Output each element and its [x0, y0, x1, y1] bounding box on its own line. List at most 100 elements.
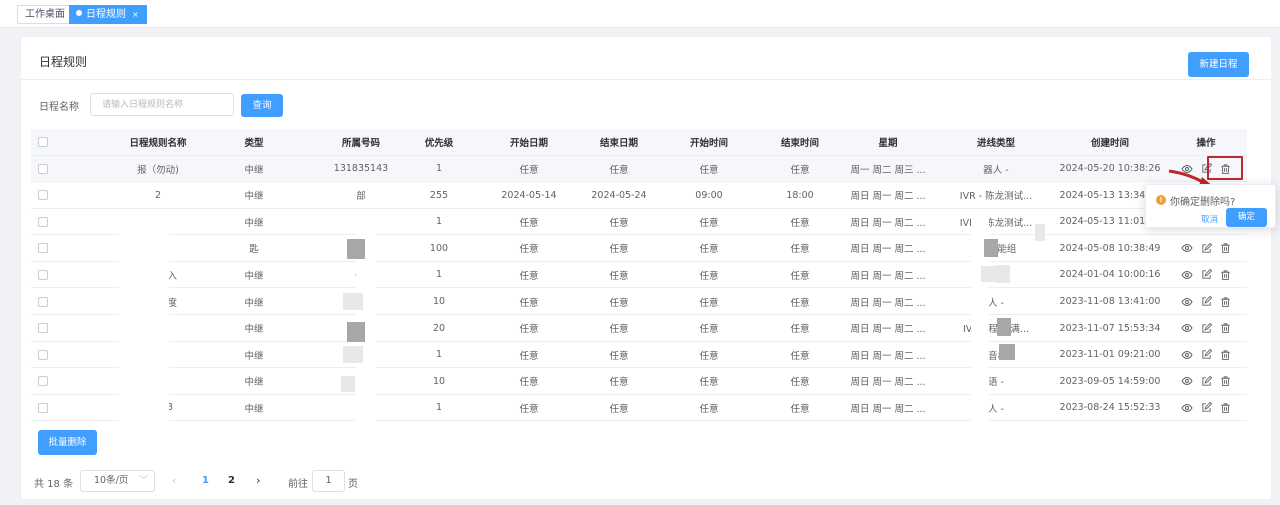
- cell-type: 中继: [244, 350, 264, 362]
- cell-line: 器人 -: [983, 164, 1009, 176]
- row-checkbox[interactable]: [31, 289, 55, 314]
- redaction-block: [347, 239, 365, 259]
- popconfirm-confirm-button[interactable]: 确定: [1226, 208, 1267, 227]
- cell-created: 2024-01-04 10:00:16: [1059, 269, 1161, 281]
- edit-icon[interactable]: [1201, 269, 1212, 280]
- trash-icon[interactable]: [1220, 375, 1231, 387]
- cell-start-date: 任意: [519, 164, 539, 176]
- goto-page-input[interactable]: 1: [312, 470, 345, 492]
- cell-start-time: 任意: [699, 324, 719, 336]
- tab-schedule-rules[interactable]: 日程规则 ×: [69, 5, 147, 24]
- cell-end-time: 18:00: [786, 189, 814, 201]
- edit-icon[interactable]: [1201, 296, 1212, 307]
- header-cell: 日程规则名称: [129, 138, 187, 149]
- row-checkbox[interactable]: [31, 316, 55, 341]
- eye-icon[interactable]: [1181, 242, 1193, 254]
- cell-type: 匙: [249, 244, 259, 256]
- row-checkbox[interactable]: [31, 369, 55, 394]
- edit-icon[interactable]: [1201, 402, 1212, 413]
- main-card: 日程规则 新建日程 日程名称 查询 日程规则名称 类型 所属号码 优先级 开始日…: [21, 37, 1271, 499]
- cell-type: 中继: [244, 270, 264, 282]
- cell-week: 周日 周一 周二 ...: [850, 297, 926, 309]
- cell-name: 2: [154, 189, 162, 201]
- cell-type: 中继: [244, 217, 264, 229]
- trash-icon[interactable]: [1220, 402, 1231, 414]
- cell-priority: 10: [432, 296, 446, 307]
- redaction-block: [1035, 224, 1045, 241]
- trash-icon[interactable]: [1220, 269, 1231, 281]
- row-checkbox[interactable]: [31, 395, 55, 420]
- cell-start-date: 任意: [519, 377, 539, 389]
- cell-type: 中继: [244, 403, 264, 415]
- tab-bar: 工作桌面 日程规则 ×: [0, 0, 1280, 28]
- cell-priority: 1: [435, 402, 443, 414]
- next-page-icon[interactable]: ›: [256, 474, 260, 487]
- cell-week: 周日 周一 周二 ...: [850, 403, 926, 415]
- cell-end-date: 任意: [609, 297, 629, 309]
- popconfirm-cancel-button[interactable]: 取消: [1201, 213, 1218, 225]
- query-button[interactable]: 查询: [241, 94, 283, 117]
- row-checkbox[interactable]: [31, 183, 55, 208]
- eye-icon[interactable]: [1181, 296, 1193, 308]
- cell-start-date: 任意: [519, 350, 539, 362]
- cell-created: 2023-11-01 09:21:00: [1059, 349, 1161, 361]
- edit-icon[interactable]: [1201, 375, 1212, 387]
- trash-icon[interactable]: [1220, 349, 1231, 361]
- edit-icon[interactable]: [1201, 349, 1212, 360]
- goto-label: 前往: [288, 479, 308, 490]
- header-cell: 结束时间: [780, 138, 819, 149]
- cell-line: IVR流程 试满...: [963, 324, 1029, 336]
- row-actions: [1173, 342, 1239, 367]
- page-size-select[interactable]: 10条/页 ﹀: [80, 470, 155, 492]
- edit-icon[interactable]: [1201, 242, 1212, 254]
- select-all-checkbox[interactable]: [31, 129, 55, 155]
- eye-icon[interactable]: [1181, 269, 1193, 281]
- header-cell: 进线类型: [976, 138, 1015, 149]
- cell-week: 周日 周一 周二 ...: [850, 324, 926, 336]
- new-schedule-button[interactable]: 新建日程: [1188, 52, 1249, 77]
- cell-end-date: 任意: [609, 324, 629, 336]
- page-number[interactable]: 2: [228, 475, 235, 486]
- cell-end-date: 任意: [609, 403, 629, 415]
- chevron-down-icon: ﹀: [138, 476, 148, 486]
- cell-week: 周日 周一 周二 ...: [850, 217, 926, 229]
- trash-icon[interactable]: [1220, 296, 1231, 308]
- cell-end-time: 任意: [790, 270, 810, 282]
- edit-icon[interactable]: [1201, 322, 1212, 334]
- trash-icon[interactable]: [1220, 322, 1231, 334]
- row-checkbox[interactable]: [31, 156, 55, 181]
- cell-start-time: 任意: [699, 377, 719, 389]
- tab-workdesk[interactable]: 工作桌面: [17, 5, 73, 24]
- page-number[interactable]: 1: [202, 475, 209, 486]
- cell-priority: 1: [435, 163, 443, 174]
- search-input[interactable]: [90, 93, 234, 116]
- prev-page-icon[interactable]: ‹: [172, 474, 176, 487]
- header-cell: 操作: [1196, 138, 1216, 149]
- batch-delete-button[interactable]: 批量删除: [38, 430, 97, 455]
- cell-start-date: 2024-05-14: [501, 189, 557, 201]
- cell-end-date: 任意: [609, 270, 629, 282]
- eye-icon[interactable]: [1181, 349, 1193, 361]
- row-checkbox[interactable]: [31, 209, 55, 234]
- trash-icon[interactable]: [1220, 242, 1231, 254]
- cell-type: 中继: [244, 164, 264, 176]
- cell-line: 语 -: [988, 377, 1004, 389]
- table-row: 中继 1 任意 任意 任意 任意 周日 周一 周二 ... 语音机 - 2023-11-01 0…: [31, 342, 1247, 369]
- cell-type: 中继: [244, 377, 264, 389]
- row-checkbox[interactable]: [31, 342, 55, 367]
- row-checkbox[interactable]: [31, 236, 55, 261]
- row-checkbox[interactable]: [31, 262, 55, 287]
- close-icon[interactable]: ×: [132, 10, 139, 19]
- cell-week: 周日 周一 周二 ...: [850, 191, 926, 203]
- header-cell: 优先级: [424, 138, 454, 149]
- table-row: 11/中继20任意任意任意任意周日 周一 周二 ...IVR流程 试满...20…: [31, 316, 1247, 342]
- eye-icon[interactable]: [1181, 402, 1193, 414]
- header-cell: 类型: [244, 138, 264, 149]
- table-row: 23123中继1任意任意任意任意周日 周一 周二 ...人 -2023-08-2…: [31, 395, 1247, 422]
- eye-icon[interactable]: [1181, 375, 1193, 387]
- eye-icon[interactable]: [1181, 322, 1193, 334]
- cell-created: 2023-08-24 15:52:33: [1059, 402, 1161, 414]
- cell-end-time: 任意: [790, 324, 810, 336]
- cell-end-date: 2024-05-24: [591, 189, 647, 201]
- cell-created: 2023-11-07 15:53:34: [1059, 322, 1161, 334]
